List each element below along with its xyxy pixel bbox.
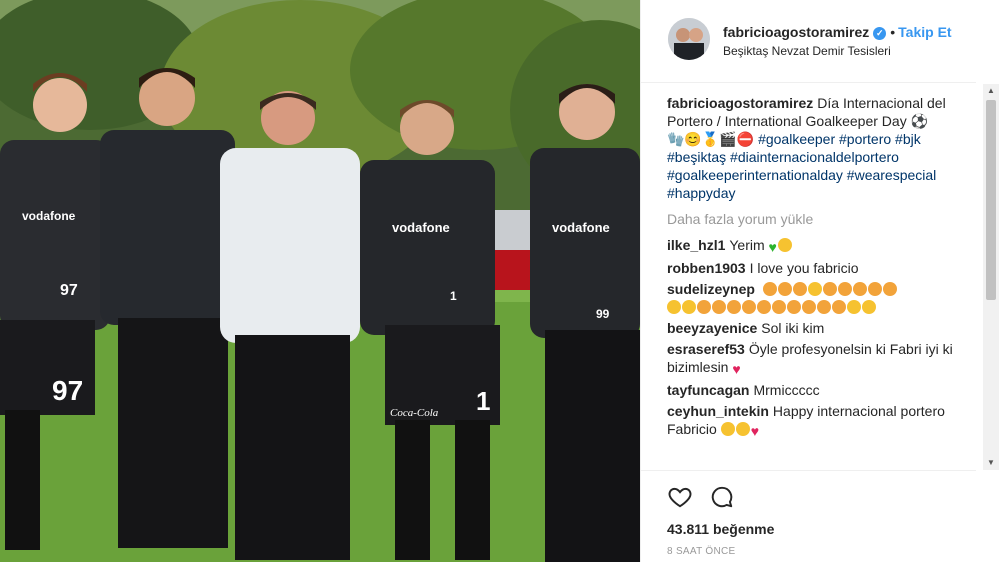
heart-eyes-emoji-icon — [727, 300, 741, 314]
caption-hashtags-3[interactable]: #goalkeeperinternationalday #wearespecia… — [667, 167, 936, 183]
heart-eyes-emoji-icon — [777, 282, 792, 296]
comment-item: sudelizeynep — [667, 280, 962, 316]
heart-eyes-emoji-icon — [867, 282, 882, 296]
comments-list[interactable]: fabricioagostoramirez Día Internacional d… — [667, 94, 962, 470]
player-3: vodafone 99 — [530, 84, 640, 562]
heart-eyes-emoji-icon — [817, 300, 831, 314]
caption-emoji-row: 🧤😊🥇🎬⛔ — [667, 131, 755, 147]
comment-username[interactable]: esraseref53 — [667, 341, 745, 357]
caption-hashtags-2[interactable]: #beşiktaş #diainternacionaldelportero — [667, 149, 899, 165]
caption-hashtags-4[interactable]: #happyday — [667, 185, 736, 201]
comment-item: beeyzayenice Sol iki kim — [667, 319, 962, 337]
heart-eyes-emoji-icon — [712, 300, 726, 314]
heart-eyes-emoji-icon — [882, 282, 897, 296]
red-heart-icon: ♥ — [732, 361, 741, 377]
sunglasses-emoji-icon — [682, 300, 696, 314]
comment-item: ceyhun_intekin Happy internacional porter… — [667, 402, 962, 440]
comment-text: I love you fabricio — [749, 260, 859, 276]
heart-eyes-emoji-icon — [787, 300, 801, 314]
heart-eyes-emoji-icon — [742, 300, 756, 314]
heart-eyes-emoji-icon — [837, 282, 852, 296]
svg-text:1: 1 — [450, 289, 457, 303]
svg-text:99: 99 — [596, 307, 610, 321]
comment-username[interactable]: sudelizeynep — [667, 281, 755, 297]
heart-eyes-emoji-icon — [697, 300, 711, 314]
svg-text:Coca-Cola: Coca-Cola — [390, 407, 439, 419]
load-more-comments-button[interactable]: Daha fazla yorum yükle — [667, 210, 962, 228]
jersey-number: 97 — [60, 282, 78, 299]
header-username[interactable]: fabricioagostoramirez — [723, 24, 869, 40]
actions-divider — [641, 470, 976, 471]
heart-eyes-emoji-icon — [762, 282, 777, 296]
comment-username[interactable]: ceyhun_intekin — [667, 403, 769, 419]
staff-2 — [220, 91, 360, 560]
red-heart-icon: ♥ — [750, 423, 759, 439]
header-separator: • — [890, 24, 896, 40]
comments-scrollbar[interactable]: ▲ ▼ — [983, 84, 999, 470]
heart-eyes-emoji-icon — [772, 300, 786, 314]
location-link[interactable]: Beşiktaş Nevzat Demir Tesisleri — [723, 44, 891, 58]
kiss-emoji-icon — [847, 300, 861, 314]
svg-text:97: 97 — [52, 375, 83, 406]
post-side-panel: fabricioagostoramirez ✓ • Takip Et Beşiktaş… — [640, 0, 1000, 562]
comment-button[interactable] — [709, 484, 735, 510]
caption-hashtags-1[interactable]: #goalkeeper #portero #bjk — [758, 131, 921, 147]
svg-text:vodafone: vodafone — [392, 220, 450, 235]
comment-username[interactable]: robben1903 — [667, 260, 746, 276]
smile-emoji-icon — [720, 422, 735, 436]
heart-eyes-emoji-icon — [802, 300, 816, 314]
team-photo-illustration: vodafone 97 97 vodafone 1 1 Coca-Cola vo… — [0, 0, 640, 562]
likes-count[interactable]: 43.811 beğenme — [667, 521, 774, 537]
speech-bubble-icon — [712, 486, 733, 508]
like-button[interactable] — [667, 484, 693, 510]
kiss-emoji-icon — [807, 282, 822, 296]
svg-text:1: 1 — [476, 386, 490, 416]
follow-button[interactable]: Takip Et — [898, 24, 951, 40]
comment-text: Mrmiccccc — [753, 382, 820, 398]
caption: fabricioagostoramirez Día Internacional d… — [667, 94, 962, 202]
post-actions — [667, 484, 747, 515]
soccer-ball-icon: ⚽ — [910, 113, 929, 129]
green-heart-icon: ♥ — [768, 239, 777, 255]
comment-text: Sol iki kim — [761, 320, 825, 336]
comment-text: Yerim — [729, 237, 765, 253]
scroll-up-arrow-icon[interactable]: ▲ — [983, 84, 999, 98]
post-header: fabricioagostoramirez ✓ • Takip Et Beşiktaş… — [641, 0, 976, 83]
sunglasses-emoji-icon — [667, 300, 681, 314]
scrollbar-thumb[interactable] — [986, 100, 996, 300]
svg-text:vodafone: vodafone — [552, 220, 610, 235]
heart-eyes-emoji-icon — [852, 282, 867, 296]
heart-eyes-emoji-icon — [822, 282, 837, 296]
comment-username[interactable]: beeyzayenice — [667, 320, 757, 336]
comment-username[interactable]: ilke_hzl1 — [667, 237, 725, 253]
comment-item: tayfuncagan Mrmiccccc — [667, 381, 962, 399]
comment-item: robben1903 I love you fabricio — [667, 259, 962, 277]
comment-item: esraseref53 Öyle profesyonelsin ki Fabri … — [667, 340, 962, 378]
kiss-emoji-icon — [777, 238, 792, 252]
comment-username[interactable]: tayfuncagan — [667, 382, 749, 398]
staff-1 — [100, 68, 235, 548]
verified-badge-icon: ✓ — [873, 27, 887, 40]
avatar[interactable] — [668, 18, 710, 60]
smile-emoji-icon — [735, 422, 750, 436]
scroll-down-arrow-icon[interactable]: ▼ — [983, 456, 999, 470]
svg-text:vodafone: vodafone — [22, 209, 76, 223]
heart-eyes-emoji-icon — [832, 300, 846, 314]
caption-username[interactable]: fabricioagostoramirez — [667, 95, 813, 111]
avatar-photo — [668, 18, 710, 60]
heart-eyes-emoji-icon — [757, 300, 771, 314]
comment-item: ilke_hzl1 Yerim ♥ — [667, 236, 962, 256]
instagram-post-view: vodafone 97 97 vodafone 1 1 Coca-Cola vo… — [0, 0, 1000, 562]
kiss-emoji-icon — [862, 300, 876, 314]
header-row: fabricioagostoramirez ✓ • Takip Et — [723, 24, 952, 40]
post-photo[interactable]: vodafone 97 97 vodafone 1 1 Coca-Cola vo… — [0, 0, 640, 562]
post-timestamp: 8 SAAT ÖNCE — [667, 546, 736, 557]
heart-outline-icon — [668, 487, 692, 508]
heart-eyes-emoji-icon — [792, 282, 807, 296]
